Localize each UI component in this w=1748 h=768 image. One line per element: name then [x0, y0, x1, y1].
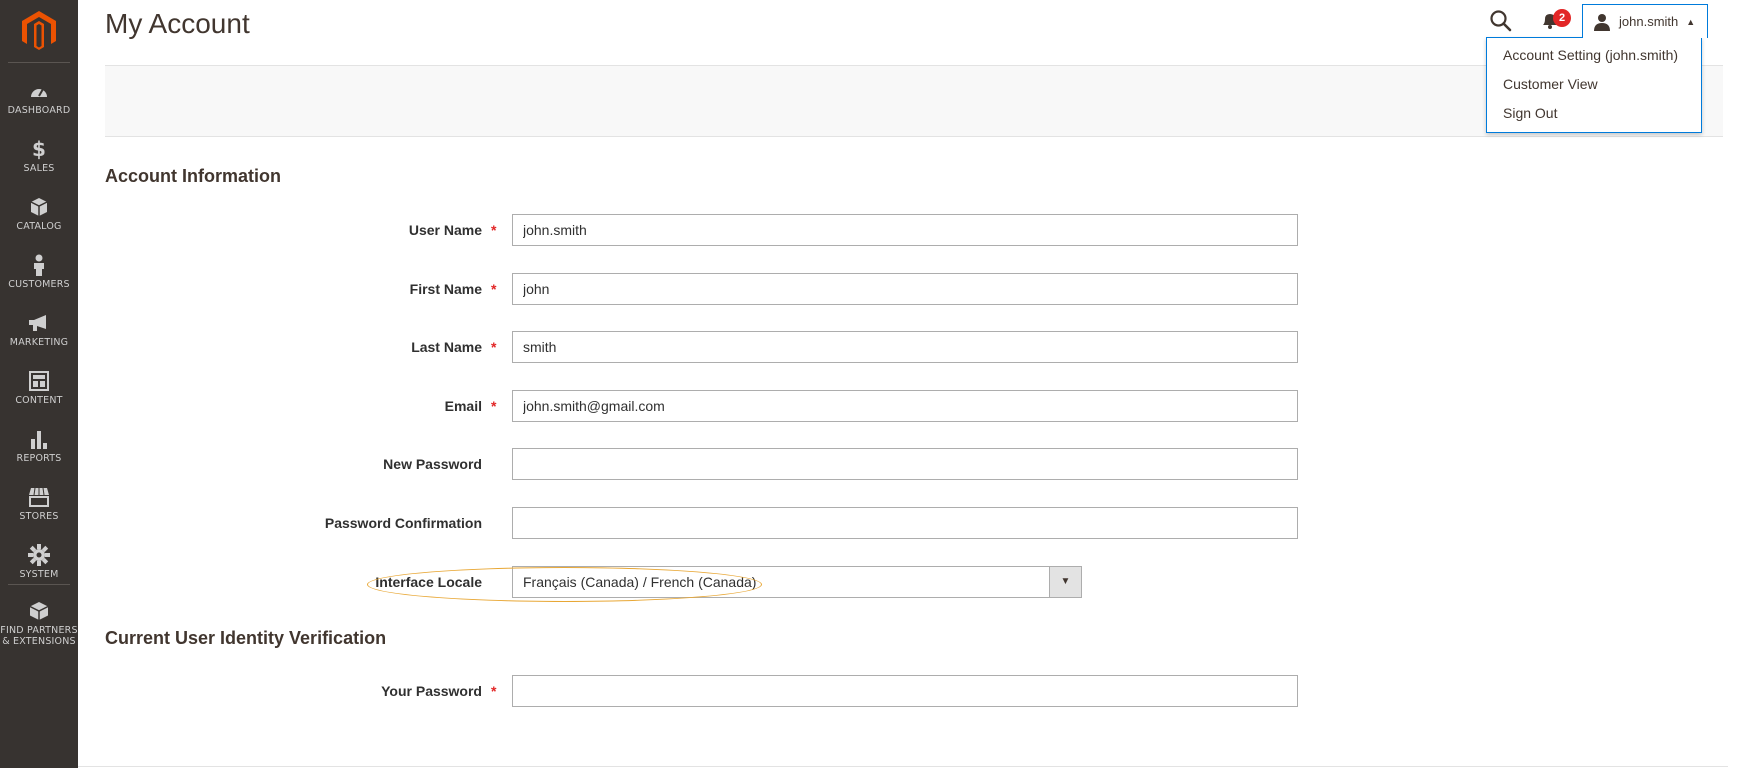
sidebar-divider [8, 62, 70, 63]
sidebar-divider [8, 584, 70, 585]
your-password-input[interactable] [512, 675, 1298, 707]
sidebar-item-label: CONTENT [15, 395, 63, 406]
required-marker: * [491, 281, 497, 297]
sidebar-item-dashboard[interactable]: DASHBOARD [0, 72, 78, 130]
sidebar-item-label: DASHBOARD [7, 105, 71, 116]
field-label-lastname: Last Name [411, 339, 482, 355]
firstname-input[interactable] [512, 273, 1298, 305]
dashboard-icon [28, 80, 50, 102]
sidebar-item-label: MARKETING [9, 337, 69, 348]
interface-locale-select[interactable]: Français (Canada) / French (Canada) ▼ [512, 566, 1082, 598]
field-label-username: User Name [408, 222, 482, 238]
notifications-badge[interactable]: 2 [1553, 9, 1571, 27]
user-dropdown-menu: Account Setting (john.smith) Customer Vi… [1486, 37, 1702, 133]
user-menu-button[interactable]: john.smith ▲ [1582, 4, 1708, 38]
menu-item-sign-out[interactable]: Sign Out [1503, 105, 1557, 121]
field-label-interface-locale: Interface Locale [375, 574, 482, 590]
svg-text:$: $ [32, 138, 46, 160]
password-confirmation-input[interactable] [512, 507, 1298, 539]
box-icon [28, 196, 50, 218]
magento-logo[interactable] [0, 0, 78, 62]
sidebar-item-sales[interactable]: $ SALES [0, 130, 78, 188]
sidebar-item-customers[interactable]: CUSTOMERS [0, 246, 78, 304]
required-marker: * [491, 683, 497, 699]
bar-chart-icon [28, 428, 50, 450]
chevron-down-icon[interactable]: ▼ [1049, 567, 1081, 597]
lastname-input[interactable] [512, 331, 1298, 363]
page-actions-toolbar [105, 65, 1723, 137]
user-icon [1594, 13, 1610, 31]
field-label-password-confirmation: Password Confirmation [324, 515, 482, 531]
footer-divider [78, 766, 1728, 767]
sidebar-item-reports[interactable]: REPORTS [0, 420, 78, 478]
field-label-your-password: Your Password [381, 683, 482, 699]
menu-item-account-setting[interactable]: Account Setting (john.smith) [1503, 47, 1678, 63]
required-marker: * [491, 398, 497, 414]
search-icon[interactable] [1488, 8, 1514, 34]
menu-item-customer-view[interactable]: Customer View [1503, 76, 1598, 92]
user-name: john.smith [1619, 14, 1679, 29]
sidebar-item-label: CATALOG [16, 221, 62, 232]
store-icon [28, 486, 50, 508]
magento-logo-icon [22, 11, 56, 50]
sidebar-item-partners[interactable]: FIND PARTNERS & EXTENSIONS [0, 592, 78, 652]
megaphone-icon [28, 312, 50, 334]
sidebar-item-label: CUSTOMERS [8, 279, 70, 290]
sidebar-item-content[interactable]: CONTENT [0, 362, 78, 420]
sidebar-item-catalog[interactable]: CATALOG [0, 188, 78, 246]
required-marker: * [491, 222, 497, 238]
admin-sidebar: DASHBOARD $ SALES CATALOG CUSTOMERS MARK… [0, 0, 78, 768]
caret-up-icon: ▲ [1686, 16, 1696, 27]
section-title-account-information: Account Information [105, 166, 281, 186]
field-label-new-password: New Password [383, 456, 482, 472]
sidebar-item-label: SYSTEM [19, 569, 59, 580]
sidebar-item-stores[interactable]: STORES [0, 478, 78, 536]
new-password-input[interactable] [512, 448, 1298, 480]
sidebar-item-marketing[interactable]: MARKETING [0, 304, 78, 362]
field-label-email: Email [444, 398, 482, 414]
sidebar-item-system[interactable]: SYSTEM [0, 536, 78, 594]
page-title: My Account [105, 8, 250, 39]
person-icon [28, 254, 50, 276]
field-label-firstname: First Name [409, 281, 482, 297]
username-input[interactable] [512, 214, 1298, 246]
sidebar-item-label: REPORTS [16, 453, 62, 464]
sidebar-item-label: SALES [23, 163, 55, 174]
gear-icon [28, 544, 50, 566]
cube-icon [28, 600, 50, 622]
layout-icon [28, 370, 50, 392]
email-input[interactable] [512, 390, 1298, 422]
sidebar-item-label: STORES [19, 511, 59, 522]
dollar-icon: $ [28, 138, 50, 160]
sidebar-item-label: FIND PARTNERS & EXTENSIONS [0, 625, 78, 647]
section-title-identity-verification: Current User Identity Verification [105, 628, 387, 648]
required-marker: * [491, 339, 497, 355]
interface-locale-value: Français (Canada) / French (Canada) [523, 574, 757, 590]
